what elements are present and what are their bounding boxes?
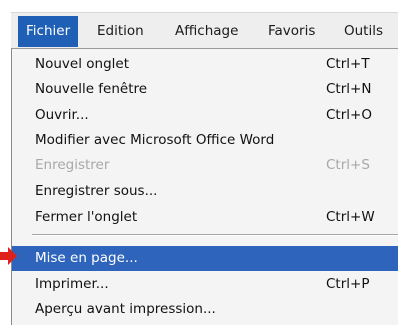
menu-item-shortcut: Ctrl+P — [326, 276, 370, 292]
menu-item-enregistrer: Enregistrer Ctrl+S — [12, 153, 398, 178]
menu-item-label: Enregistrer sous... — [35, 183, 158, 199]
menu-separator — [32, 234, 398, 236]
menu-item-nouvelle-fenetre[interactable]: Nouvelle fenêtre Ctrl+N — [12, 77, 398, 102]
menu-outils[interactable]: Outils — [344, 13, 383, 49]
menu-favoris[interactable]: Favoris — [268, 13, 315, 49]
menu-item-label: Nouvel onglet — [35, 56, 129, 72]
menu-item-label: Fermer l'onglet — [35, 209, 138, 225]
menu-item-apercu-avant-impression[interactable]: Aperçu avant impression... — [12, 297, 398, 322]
menu-item-shortcut: Ctrl+N — [326, 81, 372, 97]
menu-affichage[interactable]: Affichage — [175, 13, 238, 49]
menu-item-label: Aperçu avant impression... — [35, 301, 216, 317]
menu-item-fermer-onglet[interactable]: Fermer l'onglet Ctrl+W — [12, 205, 398, 230]
menu-item-label: Modifier avec Microsoft Office Word — [35, 132, 275, 148]
menu-item-modifier-avec-word[interactable]: Modifier avec Microsoft Office Word — [12, 128, 398, 153]
red-arrow-icon — [0, 247, 17, 265]
menu-item-enregistrer-sous[interactable]: Enregistrer sous... — [12, 179, 398, 204]
menu-item-nouvel-onglet[interactable]: Nouvel onglet Ctrl+T — [12, 52, 398, 77]
menu-item-label: Nouvelle fenêtre — [35, 81, 148, 97]
menu-item-label: Imprimer... — [35, 276, 109, 292]
menu-item-label: Mise en page... — [35, 250, 138, 266]
menu-item-label: Enregistrer — [35, 157, 110, 173]
menu-bar: Fichier Edition Affichage Favoris Outils — [11, 12, 398, 48]
menu-edition[interactable]: Edition — [97, 13, 144, 49]
menu-item-imprimer[interactable]: Imprimer... Ctrl+P — [12, 272, 398, 297]
menu-item-shortcut: Ctrl+S — [326, 157, 370, 173]
menu-item-shortcut: Ctrl+W — [326, 209, 375, 225]
menu-item-label: Ouvrir... — [35, 107, 89, 123]
browser-menu-screenshot: Fichier Edition Affichage Favoris Outils… — [0, 0, 398, 325]
menu-item-shortcut: Ctrl+T — [326, 56, 370, 72]
fichier-dropdown-menu: Nouvel onglet Ctrl+T Nouvelle fenêtre Ct… — [11, 48, 398, 325]
menu-fichier[interactable]: Fichier — [18, 16, 79, 47]
menu-item-mise-en-page[interactable]: Mise en page... — [12, 246, 398, 271]
menu-item-shortcut: Ctrl+O — [326, 107, 372, 123]
menu-item-ouvrir[interactable]: Ouvrir... Ctrl+O — [12, 103, 398, 128]
